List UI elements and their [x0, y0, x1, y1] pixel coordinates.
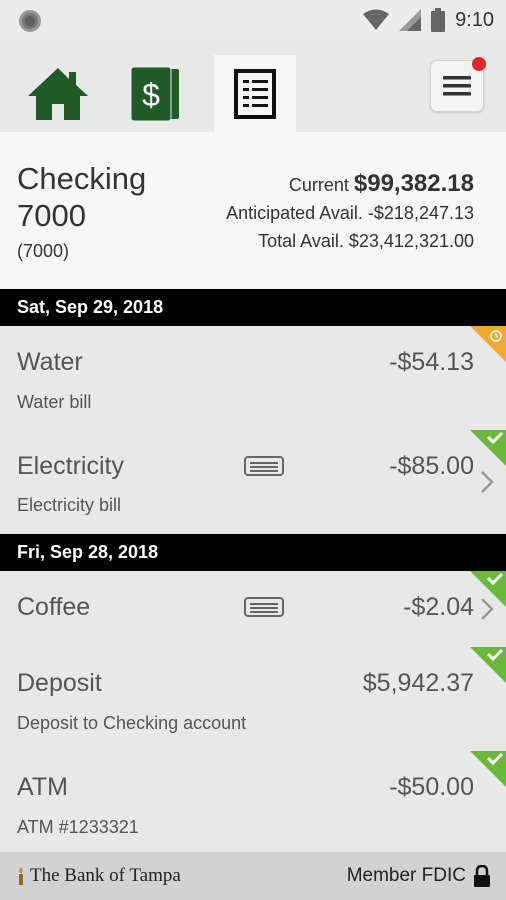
memo-icon [244, 597, 284, 617]
anticipated-label: Anticipated Avail. [226, 203, 363, 223]
status-icons: 9:10 [363, 6, 494, 34]
cleared-check-icon [470, 430, 506, 466]
total-available-row: Total Avail. $23,412,321.00 [226, 227, 474, 255]
anticipated-row: Anticipated Avail. -$218,247.13 [226, 199, 474, 227]
transaction-row[interactable]: Water -$54.13 Water bill [0, 326, 506, 430]
balances: Current $99,382.18 Anticipated Avail. -$… [226, 170, 474, 255]
date-header: Sat, Sep 29, 2018 [0, 289, 506, 326]
transaction-amount: -$50.00 [389, 773, 474, 801]
lock-icon [474, 865, 490, 887]
pending-clock-icon [470, 326, 506, 362]
home-icon [28, 67, 88, 120]
transaction-amount: -$54.13 [389, 348, 474, 376]
account-summary: Checking 7000 (7000) Current $99,382.18 … [0, 132, 506, 289]
transaction-row[interactable]: Electricity -$85.00 Electricity bill [0, 430, 506, 534]
nav-bar: $ [0, 40, 506, 132]
tab-home[interactable] [17, 55, 99, 132]
transaction-name: Deposit [17, 669, 102, 697]
transaction-row[interactable]: Deposit $5,942.37 Deposit to Checking ac… [0, 647, 506, 751]
total-value: $23,412,321.00 [348, 231, 474, 251]
current-balance-row: Current $99,382.18 [226, 170, 474, 199]
register-icon [234, 68, 276, 119]
total-label: Total Avail. [258, 231, 344, 251]
footer: The Bank of Tampa Member FDIC [0, 852, 506, 900]
status-time: 9:10 [455, 8, 494, 31]
cleared-check-icon [470, 751, 506, 787]
transaction-amount: -$2.04 [403, 593, 474, 621]
transaction-name: Water [17, 348, 83, 376]
torch-icon [19, 867, 23, 885]
tab-accounts[interactable]: $ [115, 55, 197, 132]
transaction-row[interactable]: ATM -$50.00 ATM #1233321 [0, 751, 506, 852]
transaction-name: Electricity [17, 452, 124, 480]
chevron-right-icon [481, 471, 494, 493]
hamburger-menu-icon [443, 76, 471, 96]
signal-icon [399, 9, 422, 31]
svg-text:$: $ [142, 77, 160, 113]
transaction-amount: $5,942.37 [362, 669, 474, 697]
member-fdic: Member FDIC [347, 865, 490, 887]
cleared-check-icon [470, 571, 506, 607]
menu-button[interactable] [430, 57, 486, 112]
tab-register[interactable] [214, 55, 296, 132]
transaction-amount: -$85.00 [389, 452, 474, 480]
cleared-check-icon [470, 647, 506, 683]
battery-icon [431, 8, 446, 32]
transaction-description: Electricity bill [17, 495, 122, 515]
current-label: Current [288, 175, 349, 195]
anticipated-value: -$218,247.13 [367, 203, 474, 223]
transaction-description: Deposit to Checking account [17, 713, 247, 733]
notification-badge [472, 57, 486, 71]
notification-dot-icon [19, 10, 41, 32]
date-header: Fri, Sep 28, 2018 [0, 534, 506, 571]
bank-logo: The Bank of Tampa [16, 865, 181, 887]
transaction-row[interactable]: Coffee -$2.04 [0, 571, 506, 647]
status-bar: 9:10 [0, 0, 506, 40]
transaction-description: ATM #1233321 [17, 817, 139, 837]
bank-name: The Bank of Tampa [30, 865, 181, 886]
dollar-bill-icon: $ [131, 66, 179, 121]
memo-icon [244, 456, 284, 476]
account-name: Checking 7000 [17, 161, 147, 233]
transaction-name: ATM [17, 773, 68, 801]
fdic-label: Member FDIC [346, 865, 466, 886]
wifi-icon [363, 9, 390, 30]
transaction-description: Water bill [17, 392, 92, 412]
current-value: $99,382.18 [353, 170, 474, 197]
transaction-name: Coffee [17, 593, 91, 621]
account-number: (7000) [17, 241, 70, 261]
